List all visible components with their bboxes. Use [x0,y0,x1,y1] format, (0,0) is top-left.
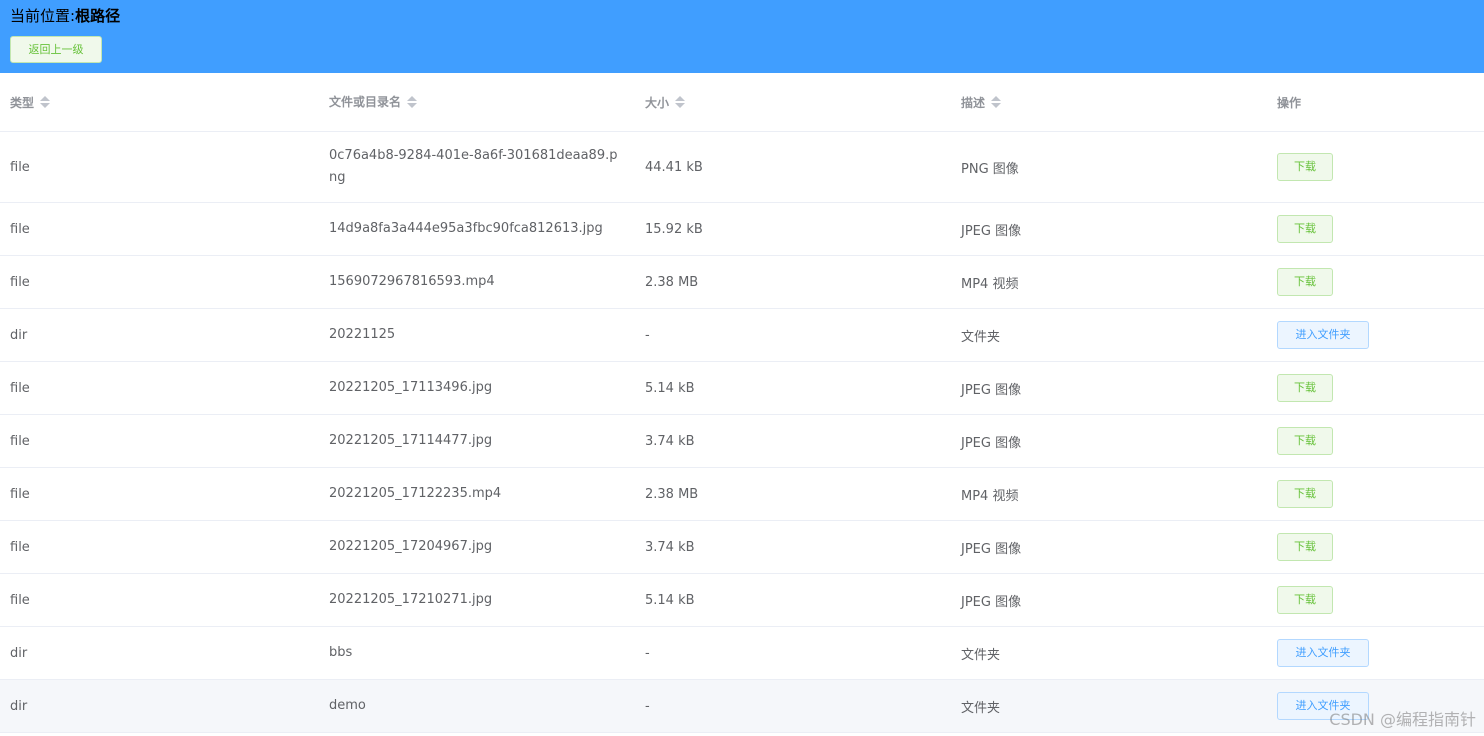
cell-type: file [10,539,30,555]
cell-actions: 下载 [1277,574,1477,626]
table-row: file 20221205_17204967.jpg 3.74 kB JPEG 图像 下… [0,521,1484,574]
cell-size: - [645,327,650,343]
cell-name: 20221205_17204967.jpg [329,539,493,554]
cell-type: dir [10,327,28,343]
cell-name: 1569072967816593.mp4 [329,274,495,289]
cell-actions: 进入文件夹 [1277,309,1477,361]
table-row: file 1569072967816593.mp4 2.38 MB MP4 视频 下载 [0,256,1484,309]
cell-actions: 下载 [1277,468,1477,520]
download-button[interactable]: 下载 [1277,586,1333,614]
download-button[interactable]: 下载 [1277,427,1333,455]
cell-actions: 下载 [1277,203,1477,255]
watermark: CSDN @编程指南针 [1329,710,1476,729]
cell-description: MP4 视频 [961,276,1019,292]
cell-name: bbs [329,645,353,660]
cell-name: 20221205_17210271.jpg [329,592,493,607]
table-header: 类型 文件或目录名 大小 描述 操作 [0,73,1484,132]
cell-size: - [645,698,650,714]
cell-description: JPEG 图像 [961,435,1022,451]
cell-type: file [10,486,30,502]
cell-name: 20221205_17114477.jpg [329,433,493,448]
cell-size: 3.74 kB [645,539,695,555]
cell-description: 文件夹 [961,329,1001,345]
enter-folder-button[interactable]: 进入文件夹 [1277,639,1369,667]
sort-caret-icon[interactable] [40,95,51,109]
cell-size: 5.14 kB [645,592,695,608]
table-row: file 20221205_17113496.jpg 5.14 kB JPEG 图像 下… [0,362,1484,415]
cell-actions: 下载 [1277,521,1477,573]
top-bar: 当前位置:根路径 返回上一级 [0,0,1484,73]
current-location: 当前位置:根路径 [10,6,120,26]
cell-description: JPEG 图像 [961,541,1022,557]
sort-caret-icon[interactable] [407,95,418,109]
cell-description: PNG 图像 [961,161,1019,177]
cell-description: 文件夹 [961,700,1001,716]
cell-description: MP4 视频 [961,488,1019,504]
cell-size: 15.92 kB [645,221,703,237]
cell-size: 2.38 MB [645,274,699,290]
table-row: file 0c76a4b8-9284-401e-8a6f-301681deaa89… [0,132,1484,203]
table-row: dir 20221125 - 文件夹 进入文件夹 [0,309,1484,362]
cell-size: 2.38 MB [645,486,699,502]
cell-description: JPEG 图像 [961,223,1022,239]
cell-type: file [10,380,30,396]
column-header-name[interactable]: 文件或目录名 [329,73,625,131]
cell-actions: 进入文件夹 [1277,627,1477,679]
cell-name: 0c76a4b8-9284-401e-8a6f-301681deaa89.png [329,148,618,185]
cell-description: JPEG 图像 [961,594,1022,610]
column-header-type[interactable]: 类型 [10,73,310,131]
cell-type: file [10,221,30,237]
sort-caret-icon[interactable] [675,95,686,109]
table-row: file 20221205_17210271.jpg 5.14 kB JPEG 图像 下… [0,574,1484,627]
table-row: dir bbs - 文件夹 进入文件夹 [0,627,1484,680]
sort-caret-icon[interactable] [991,95,1002,109]
cell-name: 14d9a8fa3a444e95a3fbc90fca812613.jpg [329,221,603,236]
cell-type: file [10,274,30,290]
table-row: dir demo - 文件夹 进入文件夹 [0,680,1484,733]
cell-size: 5.14 kB [645,380,695,396]
table-row: file 14d9a8fa3a444e95a3fbc90fca812613.jpg… [0,203,1484,256]
back-to-parent-button[interactable]: 返回上一级 [10,36,102,63]
cell-actions: 下载 [1277,256,1477,308]
cell-actions: 下载 [1277,362,1477,414]
column-header-size[interactable]: 大小 [645,73,945,131]
location-path: 根路径 [75,7,121,25]
cell-name: demo [329,698,366,713]
cell-name: 20221205_17113496.jpg [329,380,493,395]
cell-type: dir [10,698,28,714]
cell-name: 20221125 [329,327,396,342]
column-header-description[interactable]: 描述 [961,73,1261,131]
download-button[interactable]: 下载 [1277,533,1333,561]
download-button[interactable]: 下载 [1277,268,1333,296]
cell-type: dir [10,645,28,661]
enter-folder-button[interactable]: 进入文件夹 [1277,321,1369,349]
cell-description: JPEG 图像 [961,382,1022,398]
cell-size: 3.74 kB [645,433,695,449]
column-header-actions: 操作 [1277,95,1302,110]
file-table: 类型 文件或目录名 大小 描述 操作 file 0c76a4b8-9284-401… [0,73,1484,733]
cell-actions: 下载 [1277,415,1477,467]
cell-actions: 下载 [1277,132,1477,202]
download-button[interactable]: 下载 [1277,215,1333,243]
cell-name: 20221205_17122235.mp4 [329,486,502,501]
download-button[interactable]: 下载 [1277,480,1333,508]
cell-type: file [10,592,30,608]
cell-type: file [10,159,30,175]
table-row: file 20221205_17114477.jpg 3.74 kB JPEG 图像 下… [0,415,1484,468]
cell-size: 44.41 kB [645,159,703,175]
cell-size: - [645,645,650,661]
table-row: file 20221205_17122235.mp4 2.38 MB MP4 视频 下载 [0,468,1484,521]
download-button[interactable]: 下载 [1277,374,1333,402]
location-label: 当前位置: [10,7,76,25]
download-button[interactable]: 下载 [1277,153,1333,181]
cell-description: 文件夹 [961,647,1001,663]
cell-type: file [10,433,30,449]
